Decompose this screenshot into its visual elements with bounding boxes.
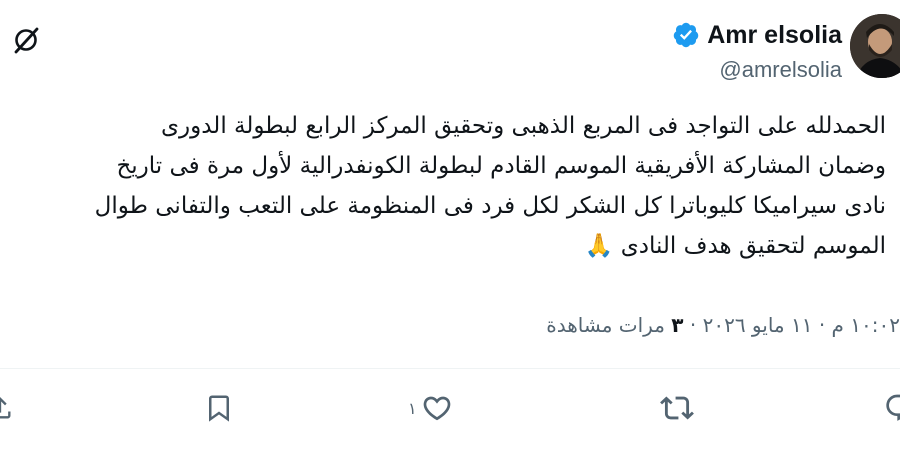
retweet-icon [660,396,694,420]
tweet-text-line: الحمدلله على التواجد فى المربع الذهبى وت… [161,113,886,139]
tweet-text: الحمدلله على التواجد فى المربع الذهبى وت… [95,106,886,266]
profile-avatar-icon [850,14,900,78]
like-button[interactable]: ١ [408,388,453,428]
views-label: مرات مشاهدة [546,313,665,337]
author-handle[interactable]: @amrelsolia [542,57,842,83]
grok-button[interactable] [10,24,44,56]
reply-button[interactable] [884,388,900,428]
tweet-meta: ١٠:٠٢ م · ١١ مايو ٢٠٢٦ · ٣ مرات مشاهدة [546,308,900,342]
like-count: ١ [408,398,417,418]
grok-icon [14,27,39,54]
like-icon [423,396,450,421]
verified-badge-icon[interactable] [672,21,700,49]
views-count: ٣ [671,313,684,337]
share-icon [0,397,11,419]
tweet-text-line: وضمان المشاركة الأفريقية الموسم القادم ل… [116,153,886,179]
tweet-timestamp[interactable]: ١٠:٠٢ م · ١١ مايو ٢٠٢٦ · [690,313,900,337]
tweet-text-line: الموسم لتحقيق هدف النادى 🙏 [584,233,886,259]
divider [0,368,900,369]
bookmark-icon [209,395,229,422]
retweet-button[interactable] [660,388,694,428]
tweet-text-line: نادى سيراميكا كليوباترا كل الشكر لكل فرد… [94,193,886,219]
author-display-name[interactable]: Amr elsolia [707,21,842,50]
avatar[interactable] [850,14,900,78]
share-button[interactable] [0,388,14,428]
tweet-author: Amr elsolia @amrelsolia [542,18,842,83]
reply-icon [886,394,900,421]
author-name-row: Amr elsolia [542,18,842,52]
bookmark-button[interactable] [204,388,234,428]
